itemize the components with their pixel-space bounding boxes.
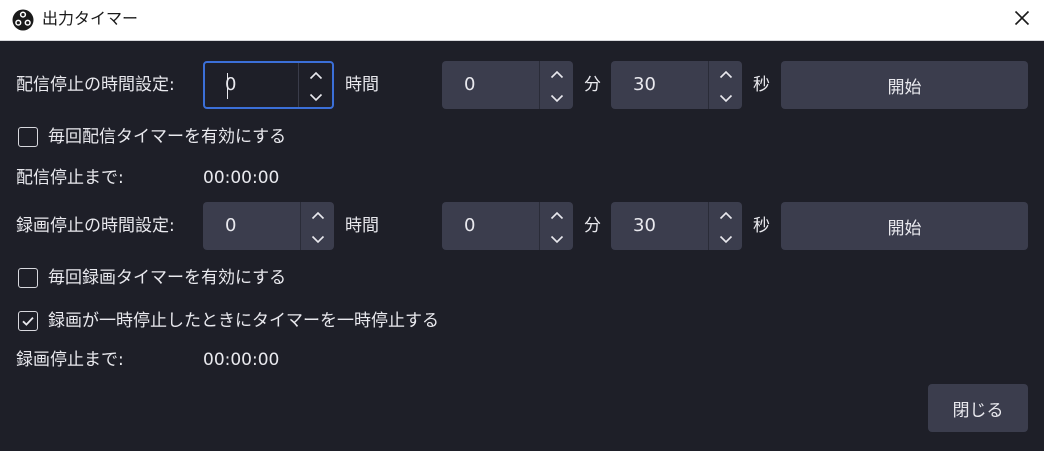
stream-hours-down-button[interactable]: [299, 85, 333, 107]
chevron-down-icon: [719, 88, 733, 107]
chevron-down-icon: [309, 87, 323, 106]
record-minutes-unit: 分: [584, 216, 601, 236]
record-minutes-up-button[interactable]: [540, 202, 574, 226]
record-seconds-down-button[interactable]: [709, 226, 743, 250]
stream-every-time-label[interactable]: 毎回配信タイマーを有効にする: [48, 126, 286, 148]
record-hours-value[interactable]: 0: [225, 215, 236, 237]
record-hours-up-button[interactable]: [301, 202, 335, 226]
title-bar: 出力タイマー: [0, 0, 1044, 41]
record-hours-down-button[interactable]: [301, 226, 335, 250]
dialog-body: 配信停止の時間設定: 0 時間 0 分 30 秒 開始 毎回配信タイマーを有効に…: [0, 41, 1044, 451]
record-pause-label[interactable]: 録画が一時停止したときにタイマーを一時停止する: [48, 310, 439, 332]
chevron-down-icon: [719, 229, 733, 248]
chevron-up-icon: [550, 64, 564, 83]
stream-minutes-down-button[interactable]: [540, 85, 574, 109]
stream-hours-value[interactable]: 0: [225, 74, 236, 96]
record-seconds-up-button[interactable]: [709, 202, 743, 226]
record-seconds-value[interactable]: 30: [633, 215, 656, 237]
record-start-button[interactable]: 開始: [781, 202, 1028, 250]
record-hours-spinbox[interactable]: 0: [203, 202, 334, 250]
stream-seconds-up-button[interactable]: [709, 61, 743, 85]
record-seconds-unit: 秒: [753, 216, 770, 236]
chevron-down-icon: [311, 229, 325, 248]
record-hours-arrows: [300, 202, 334, 250]
stream-minutes-spinbox[interactable]: 0: [442, 61, 573, 109]
stream-minutes-value[interactable]: 0: [464, 74, 475, 96]
stream-seconds-down-button[interactable]: [709, 85, 743, 109]
window-title: 出力タイマー: [42, 9, 139, 28]
chevron-up-icon: [311, 205, 325, 224]
stream-seconds-arrows: [708, 61, 742, 109]
close-icon: [1014, 10, 1030, 30]
stream-minutes-arrows: [539, 61, 573, 109]
record-every-time-label[interactable]: 毎回録画タイマーを有効にする: [48, 267, 286, 289]
record-minutes-down-button[interactable]: [540, 226, 574, 250]
stream-seconds-value[interactable]: 30: [633, 74, 656, 96]
record-minutes-arrows: [539, 202, 573, 250]
stream-hours-unit: 時間: [345, 75, 379, 95]
chevron-down-icon: [550, 229, 564, 248]
checkmark-icon: [22, 316, 34, 326]
chevron-down-icon: [550, 88, 564, 107]
stream-minutes-unit: 分: [584, 75, 601, 95]
stream-start-button[interactable]: 開始: [781, 61, 1028, 109]
record-minutes-value[interactable]: 0: [464, 215, 475, 237]
stream-remaining-label: 配信停止まで:: [16, 168, 124, 188]
stream-minutes-up-button[interactable]: [540, 61, 574, 85]
chevron-up-icon: [550, 205, 564, 224]
stream-seconds-spinbox[interactable]: 30: [611, 61, 742, 109]
stream-every-time-checkbox[interactable]: [18, 127, 38, 147]
chevron-up-icon: [309, 65, 323, 84]
stream-hours-spinbox[interactable]: 0: [203, 61, 334, 109]
record-seconds-spinbox[interactable]: 30: [611, 202, 742, 250]
record-seconds-arrows: [708, 202, 742, 250]
stream-remaining-value: 00:00:00: [203, 168, 280, 188]
stream-time-setting-label: 配信停止の時間設定:: [16, 75, 175, 95]
stream-hours-arrows: [298, 63, 332, 107]
record-remaining-value: 00:00:00: [203, 350, 280, 370]
chevron-up-icon: [719, 64, 733, 83]
obs-logo-icon: [12, 9, 34, 31]
record-minutes-spinbox[interactable]: 0: [442, 202, 573, 250]
close-window-button[interactable]: [1000, 0, 1044, 40]
close-button[interactable]: 閉じる: [928, 384, 1028, 432]
stream-seconds-unit: 秒: [753, 75, 770, 95]
record-every-time-checkbox[interactable]: [18, 268, 38, 288]
record-pause-checkbox[interactable]: [18, 311, 38, 331]
stream-hours-up-button[interactable]: [299, 63, 333, 85]
chevron-up-icon: [719, 205, 733, 224]
record-time-setting-label: 録画停止の時間設定:: [16, 216, 175, 236]
record-remaining-label: 録画停止まで:: [16, 350, 124, 370]
record-hours-unit: 時間: [345, 216, 379, 236]
